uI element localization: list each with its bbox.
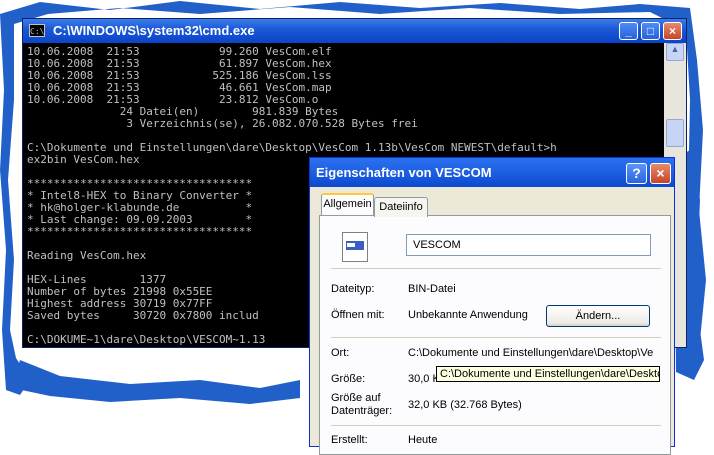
divider — [331, 337, 661, 338]
console-line: Saved bytes 30720 0x7800 includ — [27, 309, 259, 322]
divider — [331, 268, 661, 269]
opens-with-value: Unbekannte Anwendung — [408, 309, 528, 321]
maximize-button[interactable]: □ — [641, 22, 660, 40]
file-type-label: Dateityp: — [331, 283, 375, 295]
console-line: 3 Verzeichnis(se), 26.082.070.528 Bytes … — [27, 117, 418, 130]
help-icon[interactable]: ? — [626, 163, 647, 184]
close-icon[interactable]: × — [650, 163, 671, 184]
disk-size-label-line1: Größe auf — [331, 392, 381, 404]
disk-size-value: 32,0 KB (32.768 Bytes) — [408, 399, 522, 411]
console-line: ex2bin VesCom.hex — [27, 153, 140, 166]
bin-file-icon — [342, 232, 368, 262]
location-tooltip: C:\Dokumente und Einstellungen\dare\Desk… — [436, 366, 660, 382]
cmd-titlebar[interactable]: C:\ C:\WINDOWS\system32\cmd.exe _ □ × — [23, 19, 686, 43]
tab-dateiinfo[interactable]: Dateiinfo — [374, 197, 428, 217]
cmd-title: C:\WINDOWS\system32\cmd.exe — [53, 23, 255, 38]
console-line: ********************************** — [27, 225, 253, 238]
divider — [331, 425, 661, 426]
opens-with-label: Öffnen mit: — [331, 309, 385, 321]
change-button[interactable]: Ändern... — [546, 305, 650, 327]
console-line: Reading VesCom.hex — [27, 249, 147, 262]
location-value[interactable]: C:\Dokumente und Einstellungen\dare\Desk… — [408, 347, 660, 360]
location-label: Ort: — [331, 347, 350, 359]
tab-allgemein[interactable]: Allgemein — [321, 193, 374, 215]
console-line: C:\DOKUME~1\dare\Desktop\VESCOM~1.13 — [27, 333, 266, 346]
cmd-window-icon: C:\ — [29, 24, 45, 37]
minimize-button[interactable]: _ — [619, 22, 638, 40]
tab-panel-general: Dateityp: BIN-Datei Öffnen mit: Unbekann… — [319, 215, 671, 455]
dialog-titlebar[interactable]: Eigenschaften von VESCOM ? × — [310, 158, 674, 187]
scroll-thumb[interactable] — [666, 119, 684, 147]
disk-size-label-line2: Datenträger: — [331, 405, 393, 417]
size-label: Größe: — [331, 373, 366, 385]
created-label: Erstellt: — [331, 434, 368, 446]
dialog-title: Eigenschaften von VESCOM — [316, 165, 492, 180]
created-value: Heute — [408, 434, 438, 446]
file-name-input[interactable] — [406, 234, 651, 256]
file-type-value: BIN-Datei — [408, 283, 456, 295]
close-button[interactable]: × — [663, 22, 682, 40]
scroll-up-arrow-icon[interactable]: ▲ — [666, 43, 684, 61]
properties-dialog[interactable]: Eigenschaften von VESCOM ? × Dateityp: B… — [309, 157, 675, 455]
